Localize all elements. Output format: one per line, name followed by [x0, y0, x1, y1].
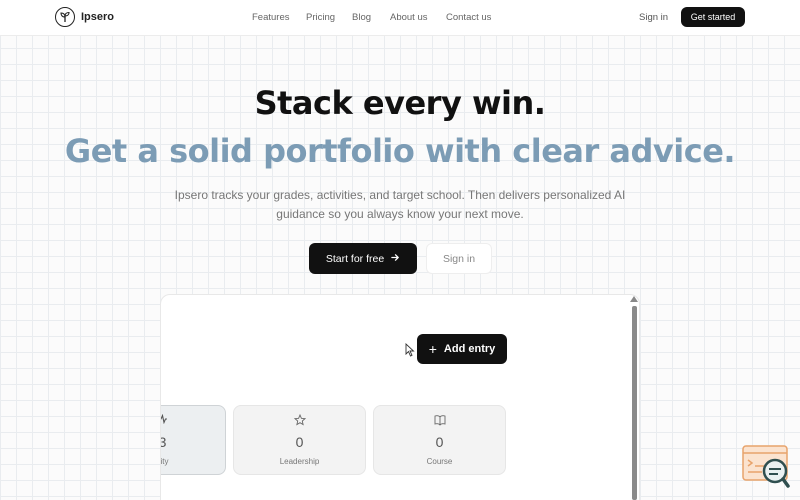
search-doc-icon — [742, 445, 790, 488]
nav-link-about[interactable]: About us — [390, 12, 428, 23]
stat-value: 0 — [435, 434, 444, 450]
plus-icon: + — [428, 341, 437, 357]
top-navbar: Ipsero Features Pricing Blog About us Co… — [0, 0, 800, 36]
stat-value: 3 — [161, 434, 225, 450]
add-entry-label: Add entry — [443, 343, 496, 355]
activity-icon — [161, 414, 225, 424]
nav-link-blog[interactable]: Blog — [352, 12, 371, 23]
stat-card-leadership[interactable]: 0 Leadership — [233, 405, 366, 475]
scroll-up-arrow-icon[interactable] — [630, 296, 638, 302]
hero-title: Stack every win. — [254, 84, 546, 122]
start-free-button[interactable]: Start for free — [309, 243, 417, 274]
add-entry-button[interactable]: + Add entry — [417, 334, 507, 364]
star-icon — [234, 414, 365, 426]
nav-signin-link[interactable]: Sign in — [639, 12, 668, 23]
stat-card-course[interactable]: 0 Course — [373, 405, 506, 475]
floating-help-widget[interactable] — [742, 445, 790, 489]
arrow-right-icon — [391, 253, 400, 265]
mouse-cursor-icon — [405, 342, 415, 362]
hero-signin-button[interactable]: Sign in — [426, 243, 492, 274]
stat-label: vity — [160, 457, 169, 466]
stat-card-activity[interactable]: 3 vity — [160, 405, 226, 475]
app-preview: + Add entry 3 vity 0 Leadership 0 Course — [160, 294, 640, 500]
start-free-label: Start for free — [325, 252, 385, 265]
stat-label: Leadership — [279, 457, 320, 466]
stat-label: Course — [426, 457, 453, 466]
get-started-button[interactable]: Get started — [681, 7, 745, 27]
preview-scrollbar[interactable] — [630, 296, 638, 500]
book-icon — [374, 414, 505, 426]
hero-description: Ipsero tracks your grades, activities, a… — [174, 188, 626, 221]
scroll-thumb[interactable] — [632, 306, 637, 500]
nav-link-pricing[interactable]: Pricing — [306, 12, 335, 23]
nav-link-features[interactable]: Features — [252, 12, 290, 23]
nav-links: Features Pricing Blog About us Contact u… — [0, 0, 800, 36]
nav-link-contact[interactable]: Contact us — [446, 12, 491, 23]
stat-value: 0 — [295, 434, 304, 450]
hero-subtitle: Get a solid portfolio with clear advice. — [64, 132, 736, 170]
